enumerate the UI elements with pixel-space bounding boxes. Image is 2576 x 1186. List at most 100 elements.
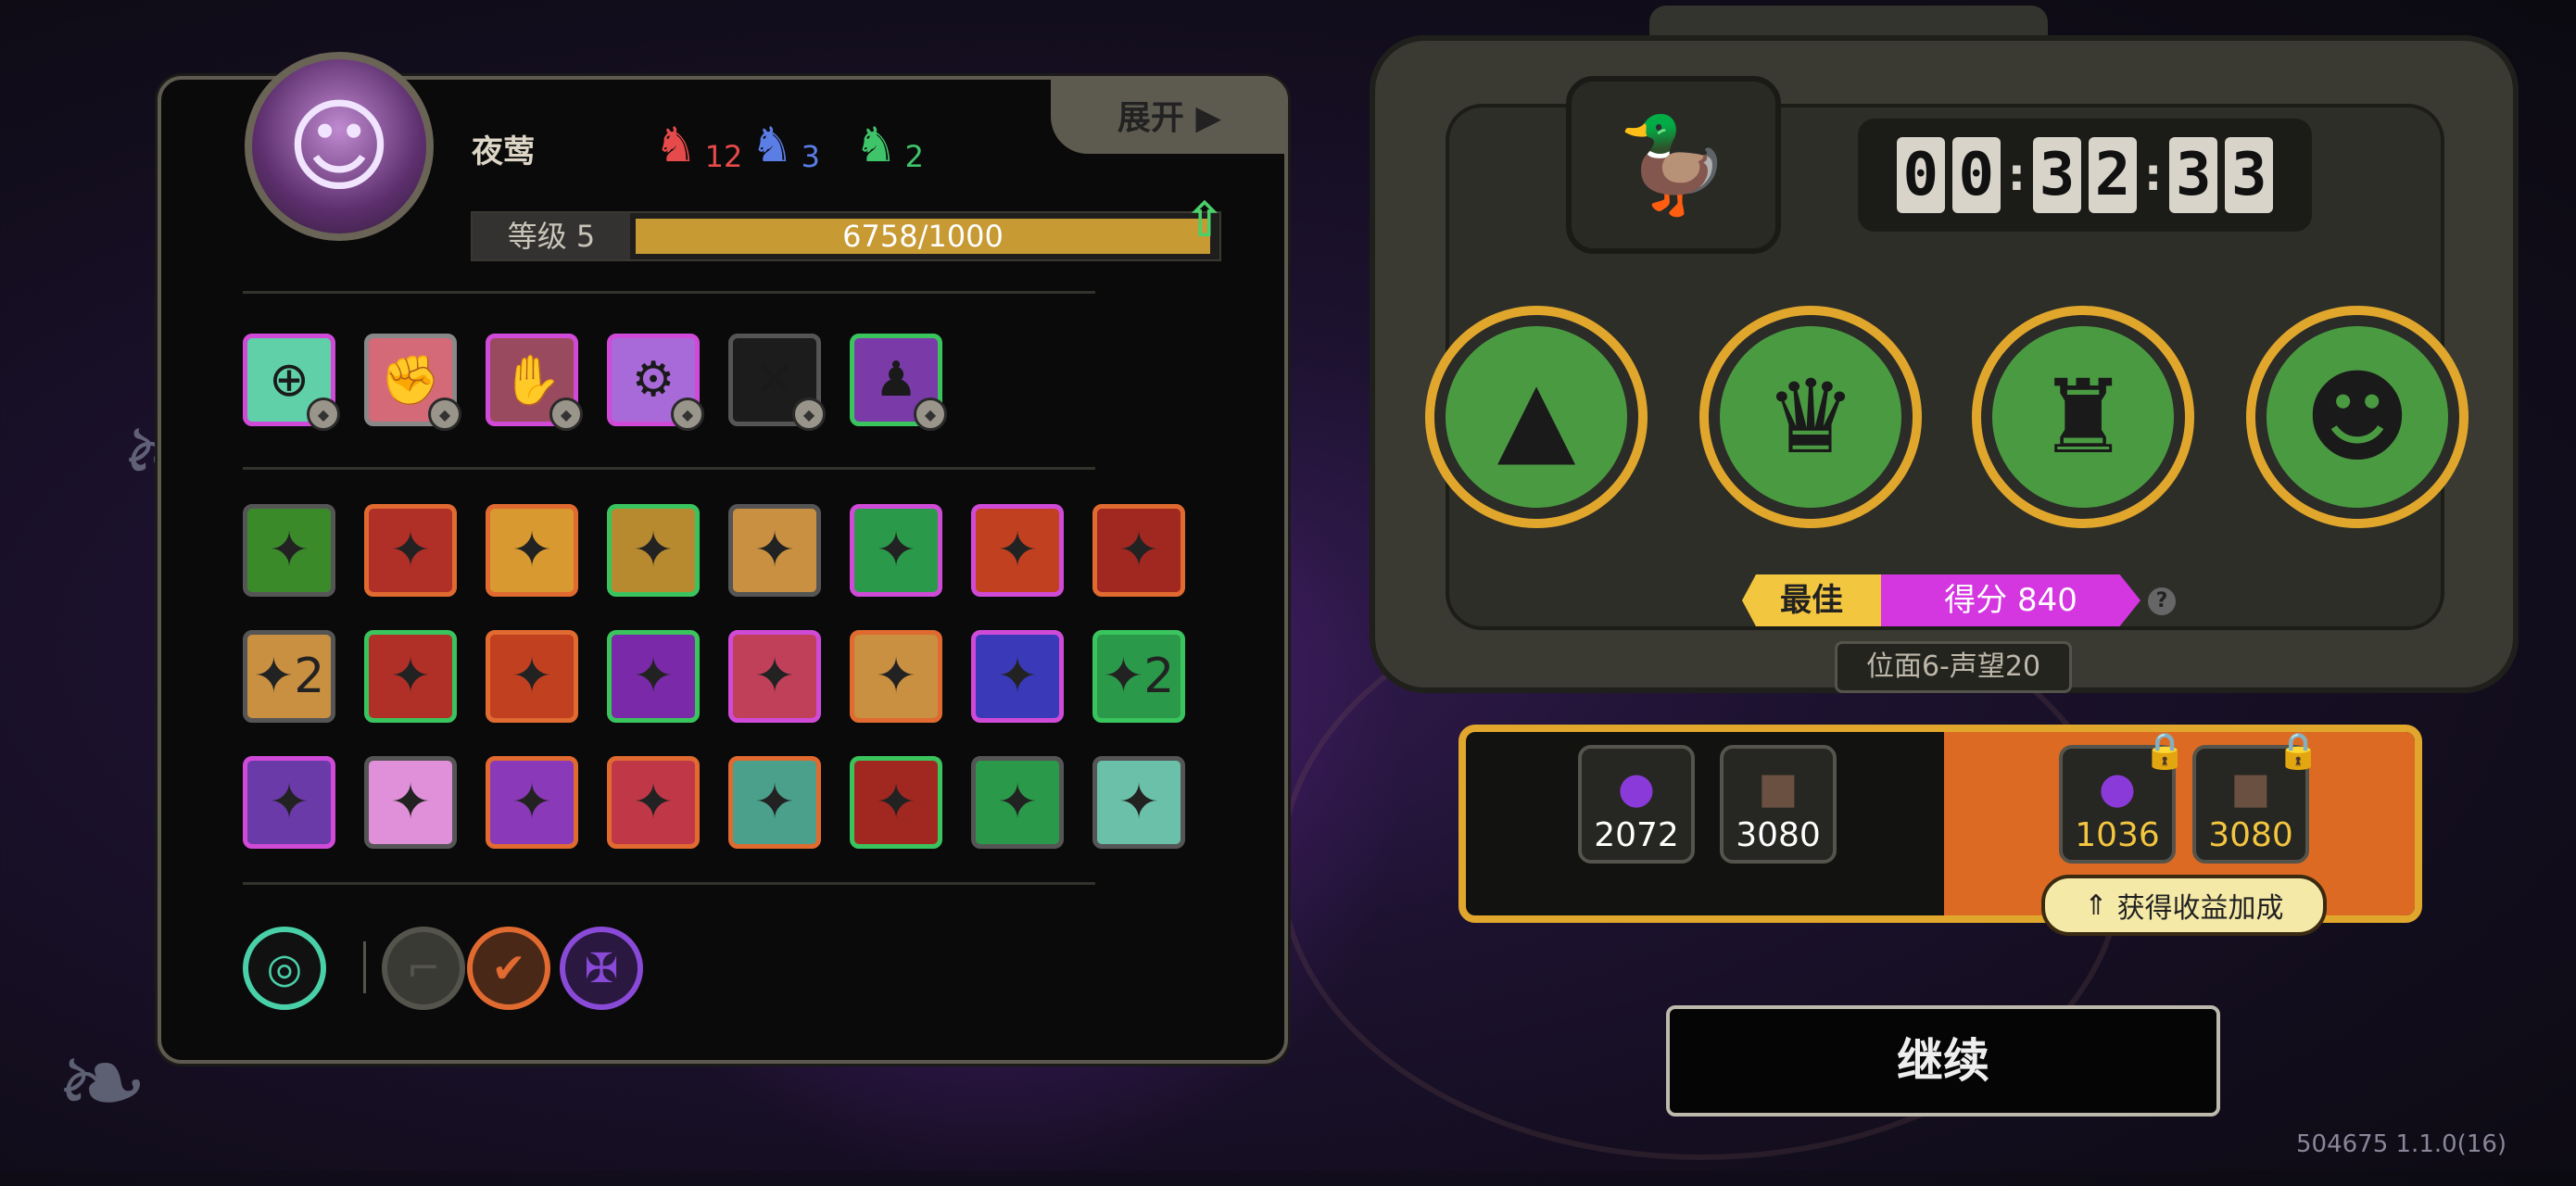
- green-shard-icon: ✦: [1103, 649, 1144, 704]
- rock-spike-icon: ✦: [633, 523, 674, 578]
- winged-sword-icon[interactable]: ✠: [560, 927, 643, 1010]
- bonus-reward-value: 3080: [2208, 816, 2293, 854]
- equipment-slot[interactable]: ♟ ◆: [850, 334, 947, 431]
- equipment-slot[interactable]: ⚙ ◆: [607, 334, 704, 431]
- hero-slot[interactable]: ♛: [1699, 306, 1922, 528]
- trait-icon[interactable]: ✦: [243, 756, 335, 849]
- hero-slot[interactable]: ▲: [1425, 306, 1648, 528]
- trait-icon[interactable]: ✦: [850, 630, 942, 723]
- trait-icon[interactable]: ✦: [1092, 756, 1185, 849]
- score-display: 得分 840: [1881, 574, 2140, 626]
- trait-icon[interactable]: ✦: [486, 504, 578, 597]
- timer-digit: 0: [1896, 137, 1945, 213]
- double-chevron-up-icon: ⇑: [2084, 889, 2108, 922]
- separator: [363, 941, 366, 993]
- trait-icon[interactable]: ✦: [850, 504, 942, 597]
- gain-bonus-button[interactable]: ⇑ 获得收益加成: [2041, 875, 2327, 936]
- arrow-cloak-icon: ✦: [1118, 775, 1159, 830]
- equipment-slot[interactable]: ✕ ◆: [728, 334, 826, 431]
- continue-button[interactable]: 继续: [1666, 1005, 2220, 1117]
- red-mask-counter: ♞ 12: [654, 117, 742, 174]
- version-label: 504675 1.1.0(16): [2296, 1130, 2507, 1158]
- beast-head-icon: ✦: [876, 649, 916, 704]
- crossed-blades-icon: ✦: [390, 649, 431, 704]
- character-name: 夜莺: [472, 133, 535, 170]
- blue-mask-icon: ♞: [751, 118, 794, 173]
- red-mask-icon: ♞: [654, 118, 698, 173]
- trait-icon[interactable]: ✦: [243, 504, 335, 597]
- reward-book: ■ 3080: [1720, 745, 1837, 864]
- trait-icon[interactable]: ✦: [1092, 504, 1185, 597]
- punch-icon: ✊: [380, 352, 441, 409]
- divider: [243, 467, 1095, 470]
- pistol-icon[interactable]: ⌐: [382, 927, 465, 1010]
- bonus-reward-orb: ● 1036 🔒: [2059, 730, 2187, 864]
- green-mask-counter: ♞ 2: [854, 117, 924, 174]
- trait-icon[interactable]: ✦: [971, 756, 1064, 849]
- arrow-tower-icon: ✦: [754, 523, 795, 578]
- turret-icon: ✦: [269, 775, 309, 830]
- trait-icon[interactable]: ✦: [850, 756, 942, 849]
- slot-badge-icon: ◆: [792, 397, 826, 431]
- afro-glasses-guy-icon: ☻: [2267, 326, 2448, 508]
- lock-icon: 🔒: [2142, 730, 2187, 771]
- character-panel: ☺ 夜莺 ♞ 12 ♞ 3 ♞ 2 展开 ▶ 等级 5 6758/1000 ⇧ …: [158, 52, 1288, 1064]
- trait-icon[interactable]: ✦: [607, 504, 700, 597]
- reward-value: 3080: [1736, 816, 1821, 854]
- explosion-icon: ✦: [253, 649, 295, 704]
- trait-icon[interactable]: ✦: [486, 630, 578, 723]
- up-arrow-icon: ✦: [511, 775, 552, 830]
- slot-badge-icon: ◆: [428, 397, 461, 431]
- equipment-slot[interactable]: ⊕ ◆: [243, 334, 340, 431]
- trait-icon[interactable]: ✦: [728, 756, 821, 849]
- timer-colon: :: [2144, 149, 2163, 201]
- timer-digit: 3: [2033, 137, 2081, 213]
- purple-orb-icon: ●: [1617, 763, 1656, 813]
- plane-reputation-label: 位面6-声望20: [1835, 641, 2072, 693]
- trait-icon[interactable]: ✦: [971, 630, 1064, 723]
- best-tag: 最佳: [1742, 574, 1881, 626]
- cross-target-icon: ✦: [997, 649, 1038, 704]
- tape-roll-icon[interactable]: ◎: [243, 927, 326, 1010]
- level-up-arrow-icon[interactable]: ⇧: [1184, 193, 1225, 248]
- trait-icon[interactable]: ✦: [486, 756, 578, 849]
- divider: [243, 882, 1095, 885]
- trait-icon[interactable]: ✦: [607, 756, 700, 849]
- help-icon[interactable]: ?: [2148, 587, 2176, 615]
- purple-orb-icon: ●: [2098, 763, 2137, 813]
- character-avatar[interactable]: ☺: [245, 52, 434, 241]
- level-bar: 等级 5 6758/1000: [471, 211, 1221, 261]
- claw-icon: ✋: [501, 352, 562, 409]
- expand-button[interactable]: 展开 ▶: [1051, 76, 1288, 154]
- trait-icon[interactable]: ✦: [971, 504, 1064, 597]
- trait-icon[interactable]: ✦: [364, 756, 457, 849]
- equipment-slot[interactable]: ✋ ◆: [486, 334, 583, 431]
- trait-level-badge: 2: [294, 649, 325, 704]
- hero-slot[interactable]: ♜: [1972, 306, 2194, 528]
- grab-hand-icon: ✦: [754, 649, 795, 704]
- slot-badge-icon: ◆: [671, 397, 704, 431]
- book-icon: ■: [1758, 763, 1799, 813]
- trait-icon[interactable]: ✦ 2: [1092, 630, 1185, 723]
- timer-digit: 0: [1951, 137, 2001, 213]
- trait-icon[interactable]: ✦ 2: [243, 630, 335, 723]
- timer-digit: 3: [2225, 137, 2274, 213]
- equipment-slot[interactable]: ✊ ◆: [364, 334, 461, 431]
- blue-mask-count: 3: [801, 139, 820, 174]
- timer-digit: 3: [2169, 137, 2218, 213]
- check-badge-icon[interactable]: ✔: [467, 927, 550, 1010]
- horned-beast-icon: ♛: [1720, 326, 1901, 508]
- trait-level-badge: 2: [1143, 649, 1175, 704]
- feather-decoration-icon: ❧: [56, 1019, 149, 1148]
- trait-icon[interactable]: ✦: [364, 504, 457, 597]
- hero-slot[interactable]: ☻: [2246, 306, 2469, 528]
- trait-icon[interactable]: ✦: [728, 504, 821, 597]
- green-slash-icon: ✦: [876, 523, 916, 578]
- trait-icon[interactable]: ✦: [364, 630, 457, 723]
- crowned-duck-icon: 🦆: [1615, 110, 1732, 219]
- trait-icon[interactable]: ✦: [607, 630, 700, 723]
- hooded-assassin-icon: ▲: [1446, 326, 1627, 508]
- level-label: 等级 5: [473, 213, 630, 259]
- shadow-beast-icon: ✦: [876, 775, 916, 830]
- trait-icon[interactable]: ✦: [728, 630, 821, 723]
